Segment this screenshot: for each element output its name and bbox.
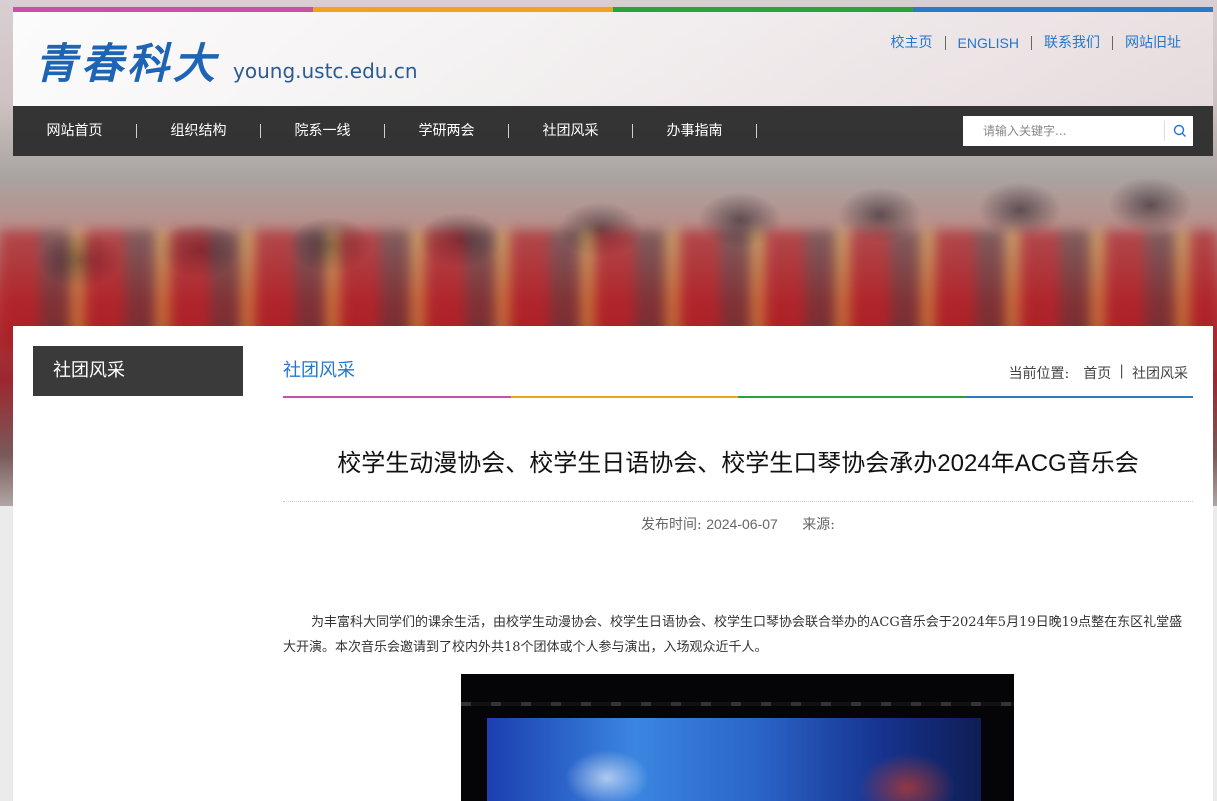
- sidebar-title: 社团风采: [33, 346, 243, 396]
- date-label: 发布时间:: [641, 517, 702, 533]
- logo-text: 青春科大: [35, 39, 220, 88]
- breadcrumb-home[interactable]: 首页: [1083, 363, 1111, 383]
- article-title-post: 音乐会: [1066, 449, 1139, 477]
- content-area: 社团风采 社团风采 当前位置: 首页 | 社团风采 校学生动漫协会、校学生日语协…: [13, 326, 1213, 801]
- article-title-year: 2024: [937, 450, 991, 477]
- article-title-mid: 年: [990, 449, 1015, 477]
- nav-item-councils[interactable]: 学研两会: [385, 124, 509, 138]
- nav-item-structure[interactable]: 组织结构: [137, 124, 261, 138]
- article-paragraph: 为丰富科大同学们的课余生活，由校学生动漫协会、校学生日语协会、校学生口琴协会联合…: [283, 615, 1183, 655]
- article-meta: 发布时间: 2024-06-07 来源:: [283, 514, 1193, 534]
- title-divider: [283, 501, 1193, 502]
- publish-date: 2024-06-07: [706, 516, 778, 532]
- search-box: [963, 116, 1193, 146]
- breadcrumb-separator: |: [1119, 363, 1124, 379]
- link-contact[interactable]: 联系我们: [1031, 36, 1112, 50]
- link-old-site[interactable]: 网站旧址: [1112, 36, 1193, 50]
- nav-item-home[interactable]: 网站首页: [13, 124, 137, 138]
- breadcrumb-current[interactable]: 社团风采: [1132, 363, 1188, 383]
- search-icon: [1173, 124, 1186, 137]
- search-input[interactable]: [963, 116, 1163, 146]
- article-title: 校学生动漫协会、校学生日语协会、校学生口琴协会承办2024年ACG音乐会: [283, 446, 1193, 481]
- article-title-pre: 校学生动漫协会、校学生日语协会、校学生口琴协会承办: [337, 449, 938, 477]
- nav-item-guide[interactable]: 办事指南: [633, 124, 757, 138]
- top-links: 校主页 ENGLISH 联系我们 网站旧址: [879, 36, 1193, 50]
- breadcrumb-label: 当前位置:: [1008, 366, 1070, 382]
- site-logo[interactable]: 青春科大 young.ustc.edu.cn: [35, 30, 418, 91]
- nav-item-departments[interactable]: 院系一线: [261, 124, 385, 138]
- article-title-acg: ACG: [1014, 450, 1067, 477]
- nav-item-clubs[interactable]: 社团风采: [509, 124, 633, 138]
- site-header: 青春科大 young.ustc.edu.cn 校主页 ENGLISH 联系我们 …: [13, 12, 1213, 106]
- link-english[interactable]: ENGLISH: [944, 36, 1031, 50]
- breadcrumb: 当前位置: 首页 | 社团风采: [1009, 363, 1188, 383]
- section-underline: [283, 396, 1193, 398]
- logo-domain: young.ustc.edu.cn: [233, 59, 418, 83]
- search-button[interactable]: [1164, 121, 1193, 141]
- link-school-home[interactable]: 校主页: [879, 36, 945, 50]
- main-column: 社团风采 当前位置: 首页 | 社团风采 校学生动漫协会、校学生日语协会、校学生…: [283, 346, 1193, 801]
- main-nav: 网站首页 组织结构 院系一线 学研两会 社团风采 办事指南: [13, 106, 1213, 156]
- concert-photo: [461, 674, 1014, 801]
- source-label: 来源:: [802, 517, 835, 533]
